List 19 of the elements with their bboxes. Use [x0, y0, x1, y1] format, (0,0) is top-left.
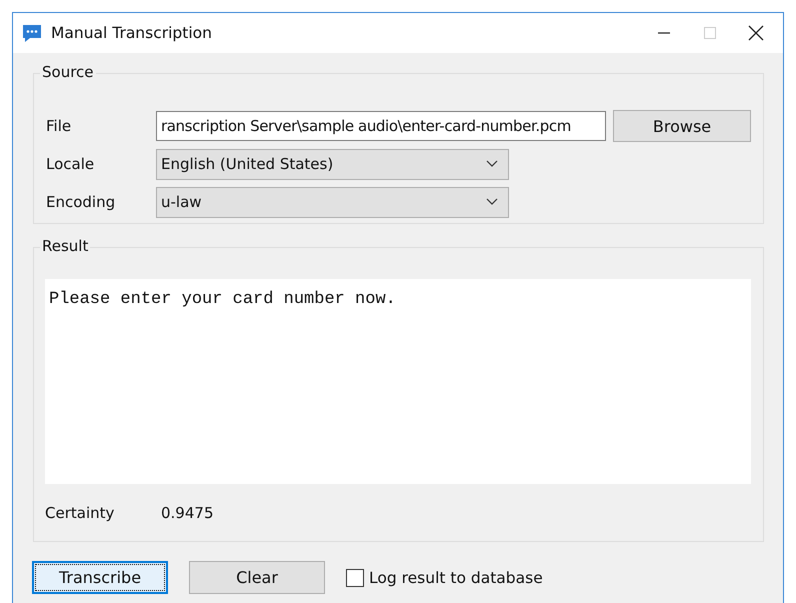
transcription-text: Please enter your card number now. — [49, 290, 396, 309]
certainty-value: 0.9475 — [161, 504, 214, 522]
field-label: File — [46, 117, 72, 135]
certainty-label: Certainty — [45, 504, 116, 522]
clear-button[interactable]: Clear — [189, 561, 325, 594]
file-path-field[interactable]: ranscription Server\sample audio\enter-card-number.pcm — [156, 111, 606, 141]
field-label: Encoding — [46, 193, 116, 211]
chevron-down-icon — [486, 198, 498, 206]
checkbox[interactable] — [346, 568, 364, 586]
transcribe-button[interactable]: Transcribe — [32, 561, 168, 594]
window-title: Manual Transcription — [51, 24, 213, 42]
browse-button[interactable]: Browse — [613, 110, 751, 142]
chevron-down-icon — [486, 160, 498, 168]
dropdown[interactable]: u-law — [156, 186, 509, 218]
dropdown[interactable]: English (United States) — [156, 148, 509, 180]
result-text-area[interactable]: Please enter your card number now. — [45, 279, 751, 484]
chat-bubble-icon — [21, 22, 43, 44]
checkbox-label: Log result to database — [369, 568, 543, 586]
field-label: Locale — [46, 155, 96, 173]
